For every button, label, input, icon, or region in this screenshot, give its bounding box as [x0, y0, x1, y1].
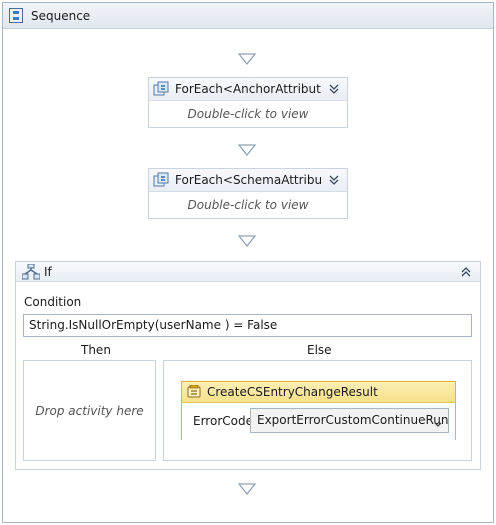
collapse-up-chevron-icon[interactable] [457, 263, 475, 281]
else-label: Else [307, 343, 332, 357]
foreach-icon [153, 81, 169, 97]
drop-arrow-icon[interactable] [238, 144, 256, 156]
if-header[interactable]: If [16, 262, 480, 282]
else-drop-zone[interactable]: CreateCSEntryChangeResult ErrorCode Expo… [163, 360, 472, 461]
collapse-chevron-icon[interactable] [325, 80, 343, 98]
then-drop-zone[interactable]: Drop activity here [23, 360, 156, 461]
foreach-schema-activity[interactable]: ForEach<SchemaAttribute> Double-click to… [148, 168, 348, 219]
collapse-chevron-icon[interactable] [325, 171, 343, 189]
drop-activity-hint: Drop activity here [35, 403, 144, 418]
if-title: If [44, 264, 52, 279]
sequence-title: Sequence [31, 8, 91, 23]
condition-label: Condition [24, 295, 82, 309]
sequence-header[interactable]: Sequence [3, 3, 493, 29]
activity-title: ForEach<AnchorAttribute> [175, 82, 321, 96]
sequence-activity[interactable]: Sequence ForEach<AnchorAttribute> [2, 2, 494, 523]
activity-body: ErrorCode ExportErrorCustomContinueRun [182, 403, 455, 440]
error-code-select[interactable]: ExportErrorCustomContinueRun [250, 408, 449, 433]
error-code-label: ErrorCode [193, 414, 253, 428]
create-result-icon [187, 384, 201, 399]
then-label: Then [81, 343, 111, 357]
if-icon [21, 263, 41, 280]
foreach-icon [153, 172, 169, 188]
drop-arrow-icon[interactable] [238, 53, 256, 65]
foreach-anchor-activity[interactable]: ForEach<AnchorAttribute> Double-click to… [148, 77, 348, 128]
activity-body[interactable]: Double-click to view [149, 192, 347, 218]
activity-header[interactable]: ForEach<AnchorAttribute> [149, 78, 347, 101]
activity-title: CreateCSEntryChangeResult [207, 385, 378, 399]
activity-header[interactable]: CreateCSEntryChangeResult [182, 382, 455, 403]
drop-arrow-icon[interactable] [238, 483, 256, 495]
activity-header[interactable]: ForEach<SchemaAttribute> [149, 169, 347, 192]
double-click-hint: Double-click to view [187, 107, 309, 121]
create-cs-entry-change-result-activity[interactable]: CreateCSEntryChangeResult ErrorCode Expo… [181, 381, 456, 440]
chevron-down-icon [433, 415, 443, 427]
activity-body[interactable]: Double-click to view [149, 101, 347, 127]
double-click-hint: Double-click to view [187, 198, 309, 212]
if-activity[interactable]: If Condition String.IsNullOrEmpty(userNa… [15, 261, 481, 470]
condition-input[interactable]: String.IsNullOrEmpty(userName ) = False [23, 314, 472, 337]
drop-arrow-icon[interactable] [238, 235, 256, 247]
error-code-value: ExportErrorCustomContinueRun [257, 413, 449, 427]
workflow-designer-canvas: Sequence ForEach<AnchorAttribute> [0, 0, 496, 525]
sequence-icon [9, 8, 23, 23]
activity-title: ForEach<SchemaAttribute> [175, 173, 321, 187]
